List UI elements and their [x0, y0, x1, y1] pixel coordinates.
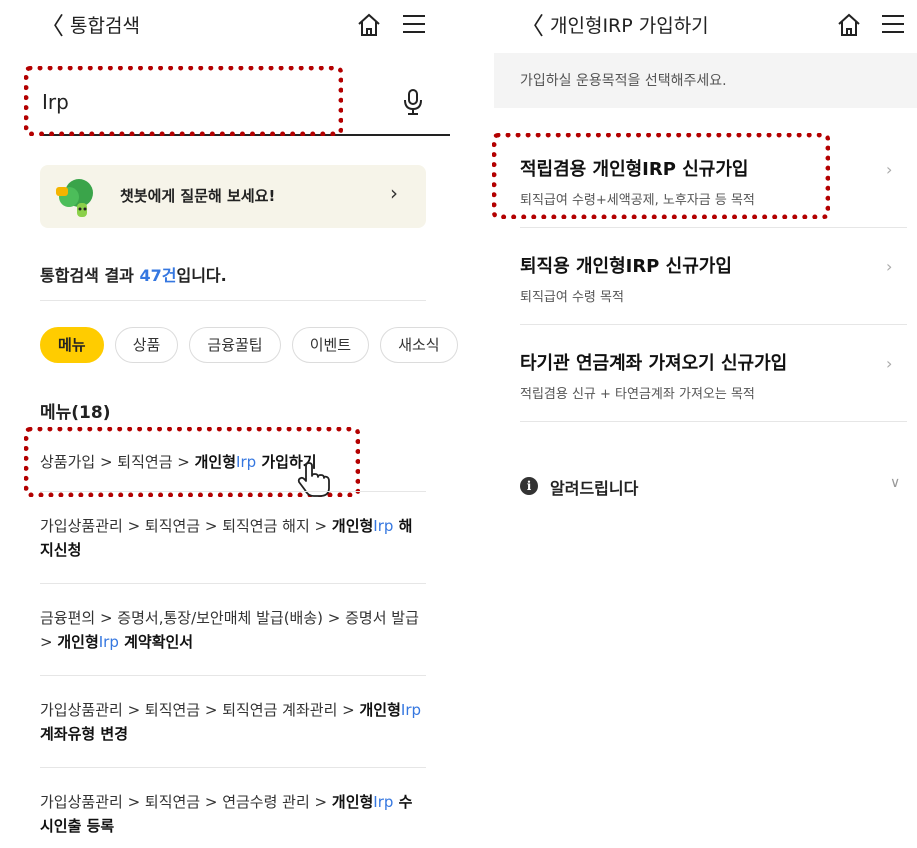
divider	[40, 675, 426, 676]
divider	[40, 491, 426, 492]
chatbot-banner[interactable]: 챗봇에게 질문해 보세요! ›	[40, 165, 426, 228]
page-title: 통합검색	[70, 15, 140, 37]
divider	[520, 421, 907, 422]
microphone-icon[interactable]	[402, 88, 424, 116]
info-accordion[interactable]: i 알려드립니다 ∨	[520, 475, 910, 499]
menu-result-item[interactable]: 가입상품관리 > 퇴직연금 > 퇴직연금 계좌관리 > 개인형Irp 계좌유형 …	[40, 698, 426, 746]
chip-events[interactable]: 이벤트	[291, 327, 370, 363]
header: 〈 통합검색	[0, 0, 460, 52]
chatbot-label: 챗봇에게 질문해 보세요!	[120, 187, 276, 205]
result-summary: 통합검색 결과 47건입니다.	[40, 266, 227, 285]
chip-news[interactable]: 새소식	[380, 327, 458, 363]
chevron-right-icon: ›	[886, 257, 893, 276]
chip-finance-tips[interactable]: 금융꿀팁	[189, 327, 281, 363]
divider	[40, 767, 426, 768]
result-count: 47건	[139, 266, 177, 285]
divider	[40, 300, 426, 301]
highlight-annotation	[492, 133, 830, 219]
chevron-down-icon: ∨	[890, 475, 901, 491]
option-transfer-irp[interactable]: 타기관 연금계좌 가져오기 신규가입 적립겸용 신규 + 타연금계좌 가져오는 …	[494, 324, 907, 421]
home-icon[interactable]	[836, 12, 862, 38]
menu-count: 메뉴(18)	[40, 403, 111, 423]
hamburger-menu-icon[interactable]	[881, 13, 905, 35]
irp-signup-screen: 〈 개인형IRP 가입하기 가입하실 운용목적을 선택해주세요. 적립겸용 개인…	[460, 0, 917, 848]
option-retirement-irp[interactable]: 퇴직용 개인형IRP 신규가입 퇴직급여 수령 목적 ›	[494, 227, 907, 324]
hamburger-menu-icon[interactable]	[402, 13, 426, 35]
option-subtitle: 퇴직급여 수령 목적	[520, 290, 624, 305]
info-label: 알려드립니다	[550, 479, 639, 498]
search-screen: 〈 통합검색 챗봇에게 질문해 보세요! › 통합검색 결과 47건입니다.	[0, 0, 460, 848]
divider	[40, 583, 426, 584]
chip-menu[interactable]: 메뉴	[40, 327, 104, 363]
hand-pointer-icon	[297, 462, 330, 497]
category-chips: 메뉴 상품 금융꿀팁 이벤트 새소식	[40, 327, 460, 363]
notice-text: 가입하실 운용목적을 선택해주세요.	[520, 73, 727, 89]
home-icon[interactable]	[356, 12, 382, 38]
highlight-annotation	[24, 66, 343, 136]
option-subtitle: 적립겸용 신규 + 타연금계좌 가져오는 목적	[520, 387, 755, 402]
menu-result-item[interactable]: 가입상품관리 > 퇴직연금 > 연금수령 관리 > 개인형Irp 수시인출 등록	[40, 790, 426, 838]
chip-product[interactable]: 상품	[114, 327, 179, 363]
chevron-right-icon: ›	[390, 181, 398, 205]
menu-result-item[interactable]: 가입상품관리 > 퇴직연금 > 퇴직연금 해지 > 개인형Irp 해지신청	[40, 514, 426, 562]
notice-banner: 가입하실 운용목적을 선택해주세요.	[494, 53, 917, 108]
option-title: 퇴직용 개인형IRP 신규가입	[520, 256, 732, 277]
chevron-right-icon: ›	[886, 354, 893, 373]
chevron-left-icon[interactable]: 〈	[520, 12, 544, 40]
info-icon: i	[520, 477, 538, 495]
option-title: 타기관 연금계좌 가져오기 신규가입	[520, 353, 788, 374]
chatbot-tree-icon	[56, 179, 93, 217]
chevron-left-icon[interactable]: 〈	[40, 12, 64, 40]
header: 〈 개인형IRP 가입하기	[460, 0, 917, 52]
page-title: 개인형IRP 가입하기	[550, 15, 709, 37]
chevron-right-icon: ›	[886, 160, 893, 179]
menu-result-item[interactable]: 금융편의 > 증명서,통장/보안매체 발급(배송) > 증명서 발급 > 개인형…	[40, 606, 426, 654]
